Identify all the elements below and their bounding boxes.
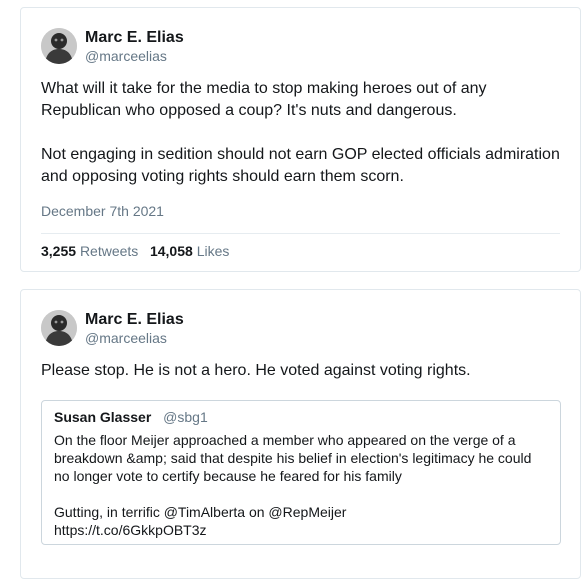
likes-label: Likes [196, 243, 230, 259]
tweet-paragraph: Not engaging in sedition should not earn… [41, 146, 560, 185]
quoted-tweet[interactable]: Susan Glasser @sbg1 On the floor Meijer … [41, 400, 561, 545]
author-handle[interactable]: @marceelias [85, 330, 167, 346]
quoted-author-handle[interactable]: @sbg1 [163, 409, 208, 425]
avatar-image [41, 28, 77, 64]
quoted-text: On the floor Meijer approached a member … [54, 431, 548, 539]
retweets-label: Retweets [79, 243, 139, 259]
retweets-stat[interactable]: 3,255 Retweets [41, 243, 142, 259]
tweet-card: Marc E. Elias @marceelias What will it t… [20, 7, 581, 272]
quoted-author-name[interactable]: Susan Glasser [54, 409, 151, 425]
tweet-date[interactable]: December 7th 2021 [41, 203, 164, 219]
quoted-paragraph: Gutting, in terrific @TimAlberta on @Rep… [54, 504, 347, 520]
likes-count: 14,058 [149, 243, 193, 259]
avatar[interactable] [41, 28, 77, 64]
tweet-paragraph: Please stop. He is not a hero. He voted … [41, 362, 471, 379]
tweet-text: What will it take for the media to stop … [41, 78, 566, 188]
author-handle[interactable]: @marceelias [85, 48, 167, 64]
quoted-link[interactable]: https://t.co/6GkkpOBT3z [54, 521, 548, 539]
retweets-count: 3,255 [41, 243, 77, 259]
divider [41, 233, 560, 234]
tweet-stats: 3,255 Retweets 14,058 Likes [41, 243, 229, 259]
quoted-paragraph: On the floor Meijer approached a member … [54, 432, 532, 484]
tweet-text: Please stop. He is not a hero. He voted … [41, 360, 566, 382]
likes-stat[interactable]: 14,058 Likes [150, 243, 229, 259]
avatar-image [41, 310, 77, 346]
tweet-card: Marc E. Elias @marceelias Please stop. H… [20, 289, 581, 579]
quoted-author: Susan Glasser @sbg1 [54, 409, 548, 429]
author-name[interactable]: Marc E. Elias [85, 29, 184, 47]
tweet-paragraph: What will it take for the media to stop … [41, 80, 487, 119]
author-name[interactable]: Marc E. Elias [85, 311, 184, 329]
avatar[interactable] [41, 310, 77, 346]
